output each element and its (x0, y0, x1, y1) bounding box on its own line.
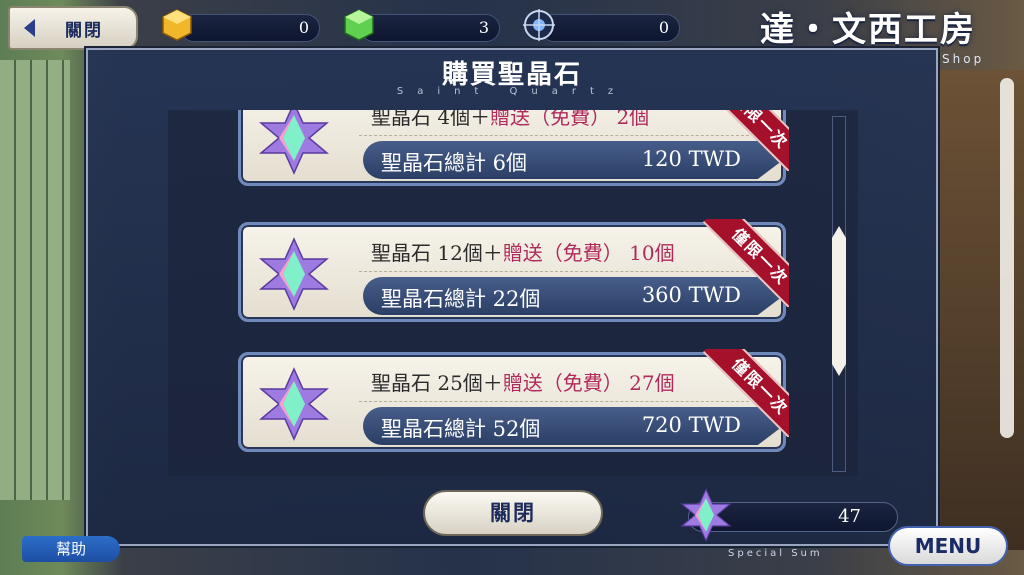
list-scrollbar-thumb[interactable] (832, 226, 846, 376)
gold-cube-icon (162, 9, 192, 41)
purchase-dialog: 購買聖晶石 Saint Quartz 聖晶石 4個＋贈送（免費） 2個 聖晶石總… (86, 48, 938, 546)
compass-icon (523, 9, 555, 41)
dialog-close-button[interactable]: 關閉 (423, 490, 603, 536)
product-list[interactable]: 聖晶石 4個＋贈送（免費） 2個 聖晶石總計 6個 120 TWD 僅限一次 聖… (168, 110, 858, 476)
divider (359, 271, 749, 272)
product-bonus-text: 聖晶石 4個＋贈送（免費） 2個 (371, 110, 649, 130)
top-bar: 關閉 0 3 0 達・文西工房 (0, 0, 1024, 50)
divider (359, 135, 749, 136)
product-bonus-text: 聖晶石 25個＋贈送（免費） 27個 (371, 367, 675, 396)
product-base-amount: 聖晶石 12個＋ (371, 241, 503, 265)
saint-quartz-icon (259, 110, 329, 175)
menu-button[interactable]: MENU (888, 526, 1008, 566)
help-button[interactable]: 幫助 (22, 536, 120, 562)
currency-gold-display: 0 (180, 14, 320, 42)
saint-quartz-icon (259, 367, 329, 441)
product-gift-amount: 贈送（免費） 10個 (502, 241, 675, 265)
back-close-label: 關閉 (65, 20, 103, 41)
dialog-subtitle: Saint Quartz (396, 86, 628, 97)
back-close-button[interactable]: 關閉 (8, 6, 138, 50)
background-scrollbar (1000, 78, 1014, 438)
ribbon-label: 僅限一次 (702, 219, 789, 307)
product-gift-amount: 贈送（免費） 27個 (502, 371, 675, 395)
currency-compass-count: 0 (658, 18, 669, 37)
product-item[interactable]: 聖晶石 4個＋贈送（免費） 2個 聖晶石總計 6個 120 TWD 僅限一次 (238, 110, 789, 186)
product-bonus-text: 聖晶石 12個＋贈送（免費） 10個 (371, 237, 675, 266)
ribbon-label: 僅限一次 (702, 110, 789, 171)
product-total-label: 聖晶石總計 52個 (381, 417, 541, 441)
currency-green-display: 3 (360, 14, 500, 42)
back-arrow-icon (24, 19, 35, 37)
owned-quartz-count: 47 (838, 506, 861, 527)
shop-brand-title: 達・文西工房 (760, 10, 976, 50)
shop-brand-subtitle: Shop (942, 52, 985, 66)
limited-once-ribbon: 僅限一次 (701, 110, 789, 171)
currency-gold-count: 0 (298, 18, 309, 37)
special-summon-label: Special Sum (728, 548, 823, 559)
green-cube-icon (344, 9, 374, 41)
product-gift-amount: 贈送（免費） 2個 (490, 110, 650, 129)
ribbon-label: 僅限一次 (702, 349, 789, 437)
saint-quartz-icon (680, 488, 732, 542)
product-item[interactable]: 聖晶石 12個＋贈送（免費） 10個 聖晶石總計 22個 360 TWD 僅限一… (238, 219, 789, 322)
product-total-label: 聖晶石總計 22個 (381, 287, 541, 311)
currency-compass-display: 0 (540, 14, 680, 42)
product-base-amount: 聖晶石 25個＋ (371, 371, 503, 395)
product-base-amount: 聖晶石 4個＋ (371, 110, 491, 129)
product-item[interactable]: 聖晶石 25個＋贈送（免費） 27個 聖晶石總計 52個 720 TWD 僅限一… (238, 349, 789, 452)
product-total-label: 聖晶石總計 6個 (381, 151, 528, 175)
saint-quartz-icon (259, 237, 329, 311)
limited-once-ribbon: 僅限一次 (701, 349, 789, 437)
currency-green-count: 3 (478, 18, 489, 37)
background-window (0, 60, 70, 500)
limited-once-ribbon: 僅限一次 (701, 219, 789, 307)
divider (359, 401, 749, 402)
